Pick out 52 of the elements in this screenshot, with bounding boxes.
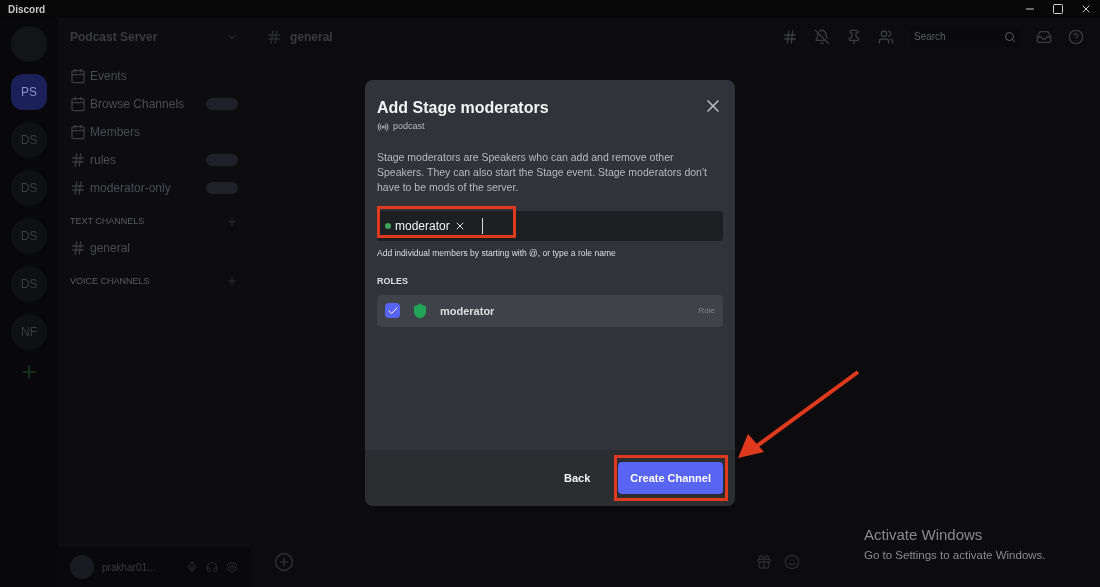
window-title: Discord	[8, 2, 46, 17]
server-icon[interactable]: PS	[11, 74, 47, 110]
hint-text: Add individual members by starting with @, or type a role name	[377, 246, 617, 260]
hash-icon	[266, 28, 282, 45]
role-name: moderator	[440, 303, 495, 319]
arrow-icon	[736, 368, 862, 460]
stage-icon	[377, 120, 389, 133]
members-icon[interactable]	[878, 28, 894, 45]
search-icon	[1004, 30, 1016, 43]
close-icon[interactable]	[1080, 3, 1092, 15]
channel-item[interactable]: rules	[90, 151, 116, 169]
activation-title: Activate Windows	[864, 525, 984, 545]
hash-icon	[70, 152, 86, 168]
role-chip[interactable]: moderator	[395, 216, 450, 235]
headphones-icon[interactable]	[206, 561, 218, 573]
channel-item[interactable]: Browse Channels	[90, 95, 185, 113]
hash-icon	[70, 180, 86, 196]
checkbox[interactable]	[385, 303, 400, 319]
back-button[interactable]: Back	[548, 462, 607, 494]
inbox-icon[interactable]	[1036, 28, 1052, 45]
hash-icon	[70, 239, 86, 256]
category-label[interactable]: VOICE CHANNELS	[70, 274, 150, 288]
plus-circle-icon[interactable]	[274, 552, 294, 572]
channel-item[interactable]: Events	[90, 67, 127, 85]
calendar-icon	[70, 96, 86, 112]
maximize-icon[interactable]	[1052, 3, 1064, 15]
role-type: Role	[698, 304, 715, 317]
gift-icon[interactable]	[756, 554, 772, 570]
channel-item[interactable]: moderator-only	[90, 179, 171, 197]
help-icon[interactable]	[1068, 28, 1084, 45]
settings-icon[interactable]	[226, 561, 238, 573]
add-channel-icon[interactable]	[226, 275, 238, 288]
emoji-icon[interactable]	[784, 554, 800, 570]
channel-name: podcast	[393, 120, 425, 133]
create-channel-button[interactable]: Create Channel	[618, 462, 723, 494]
section-label: ROLES	[377, 275, 409, 289]
member-input[interactable]: moderator	[377, 210, 723, 241]
shield-icon	[412, 302, 428, 319]
bell-off-icon[interactable]	[814, 28, 830, 45]
category-label[interactable]: TEXT CHANNELS	[70, 215, 145, 229]
calendar-icon	[70, 68, 86, 84]
dialog-title: Add Stage moderators	[377, 98, 549, 118]
add-channel-icon[interactable]	[226, 215, 238, 228]
pin-icon[interactable]	[846, 28, 862, 45]
calendar-icon	[70, 124, 86, 140]
channel-item[interactable]: general	[90, 238, 131, 257]
channel-item[interactable]: Members	[90, 123, 140, 141]
mic-icon[interactable]	[186, 561, 198, 573]
description: Stage moderators are Speakers who can add and remove other Speakers. They can also start the Stage event. Stage moderators don't have to be mods of the server.	[377, 149, 708, 195]
text-cursor	[481, 217, 483, 234]
role-row[interactable]: moderator Role	[377, 294, 723, 327]
activation-subtitle: Go to Settings to activate Windows.	[864, 547, 1046, 563]
